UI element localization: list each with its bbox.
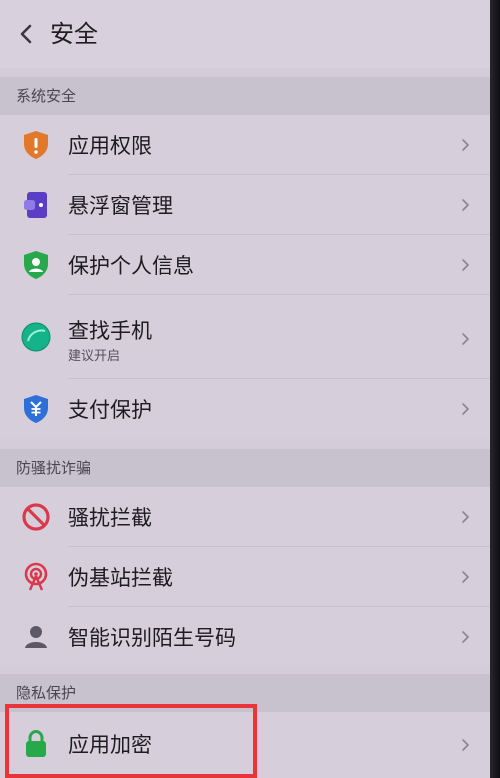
section-header-system-security: 系统安全 — [0, 77, 490, 115]
list-item-floating-window[interactable]: 悬浮窗管理 — [0, 175, 490, 235]
person-icon — [25, 626, 47, 648]
section-label: 防骚扰诈骗 — [16, 459, 92, 477]
shield-exclamation-icon — [24, 131, 48, 159]
list-item-find-phone[interactable]: 查找手机 建议开启 — [0, 295, 490, 379]
chevron-right-icon — [462, 631, 469, 643]
find-phone-icon — [21, 322, 51, 352]
payment-shield-icon — [24, 395, 48, 423]
section-header-anti-harassment: 防骚扰诈骗 — [0, 449, 490, 487]
section-header-privacy-protection: 隐私保护 — [0, 674, 490, 712]
chevron-right-icon — [462, 259, 469, 271]
chevron-right-icon — [462, 199, 469, 211]
list-item-payment-protection[interactable]: 支付保护 — [0, 379, 490, 439]
list-item-sublabel: 建议开启 — [68, 349, 121, 364]
list-item-label: 悬浮窗管理 — [68, 194, 173, 218]
list-item-label: 保护个人信息 — [68, 254, 194, 278]
section-label: 系统安全 — [16, 87, 77, 105]
list-item-label: 支付保护 — [68, 398, 152, 422]
page-title: 安全 — [50, 20, 98, 48]
list-item-protect-personal-info[interactable]: 保护个人信息 — [0, 235, 490, 295]
chevron-right-icon — [462, 139, 469, 151]
list-item-label: 伪基站拦截 — [68, 566, 173, 590]
device-bezel — [490, 0, 500, 778]
lock-icon — [26, 729, 46, 757]
person-shield-icon — [24, 251, 48, 279]
chevron-right-icon — [462, 403, 469, 415]
title-bar: 安全 — [0, 0, 490, 68]
list-item-fake-base-station-block[interactable]: 伪基站拦截 — [0, 547, 490, 607]
chevron-right-icon — [462, 739, 469, 751]
list-item-label: 查找手机 — [68, 319, 152, 343]
chevron-right-icon — [462, 511, 469, 523]
list-item-label: 应用权限 — [68, 134, 152, 158]
list-item-identify-unknown-numbers[interactable]: 智能识别陌生号码 — [0, 607, 490, 667]
list-item-app-permissions[interactable]: 应用权限 — [0, 115, 490, 175]
screen: 安全 系统安全 应用权限 悬浮窗管理 保护个人信息 查找手机 建议开启 支付保护… — [0, 0, 490, 778]
chevron-right-icon — [462, 333, 469, 345]
list-item-label: 骚扰拦截 — [68, 506, 152, 530]
list-item-app-encryption[interactable]: 应用加密 — [0, 712, 490, 778]
floating-window-icon — [24, 192, 47, 218]
signal-tower-icon — [24, 562, 48, 591]
list-item-label: 应用加密 — [68, 733, 152, 757]
back-button[interactable] — [12, 18, 40, 50]
list-item-label: 智能识别陌生号码 — [68, 626, 236, 650]
chevron-right-icon — [462, 571, 469, 583]
list-item-harassment-block[interactable]: 骚扰拦截 — [0, 487, 490, 547]
section-label: 隐私保护 — [16, 684, 77, 702]
block-icon — [22, 503, 50, 531]
chevron-left-icon — [20, 24, 32, 44]
